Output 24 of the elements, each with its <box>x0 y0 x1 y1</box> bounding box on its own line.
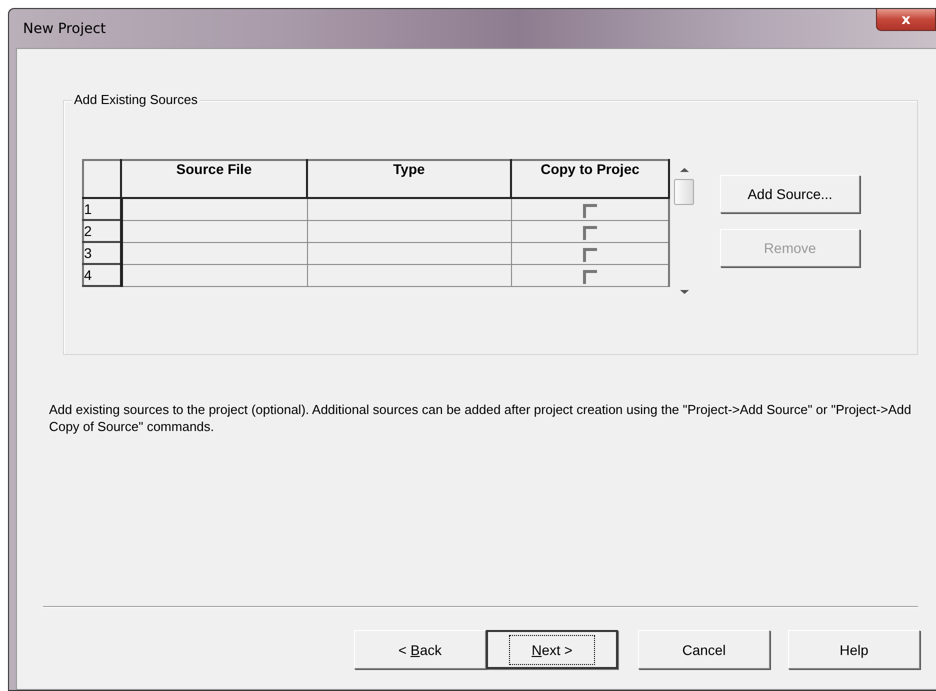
checkbox[interactable] <box>582 204 597 218</box>
scroll-down-icon[interactable] <box>680 289 688 295</box>
column-header: Copy to Projec <box>511 160 669 198</box>
dialog-button[interactable]: Next > <box>486 630 618 669</box>
checkbox[interactable] <box>582 248 597 262</box>
dialog-button[interactable]: Cancel <box>638 630 770 669</box>
dialog-button[interactable]: Help <box>788 630 920 669</box>
header-corner <box>83 160 121 198</box>
window-title: New Project <box>23 20 106 36</box>
dialog-button[interactable]: Add Source... <box>720 175 860 213</box>
row-number: 1 <box>83 198 121 220</box>
scroll-up-icon[interactable] <box>680 167 688 173</box>
checkbox[interactable] <box>582 226 597 240</box>
group-title: Add Existing Sources <box>72 92 200 107</box>
row-number: 2 <box>83 220 121 242</box>
scroll-thumb[interactable] <box>674 179 694 205</box>
dialog-button[interactable]: < Back <box>354 630 486 669</box>
close-button[interactable]: x <box>876 9 936 31</box>
description-text: Add existing sources to the project (optional). Additional sources can be added after project creation using the "Project->Add Source" or "Project->Add Copy of Source" commands. <box>49 401 912 435</box>
checkbox[interactable] <box>582 270 597 284</box>
row-number: 4 <box>83 264 121 286</box>
column-header: Type <box>307 160 511 198</box>
row-number: 3 <box>83 242 121 264</box>
column-header: Source File <box>121 160 307 198</box>
